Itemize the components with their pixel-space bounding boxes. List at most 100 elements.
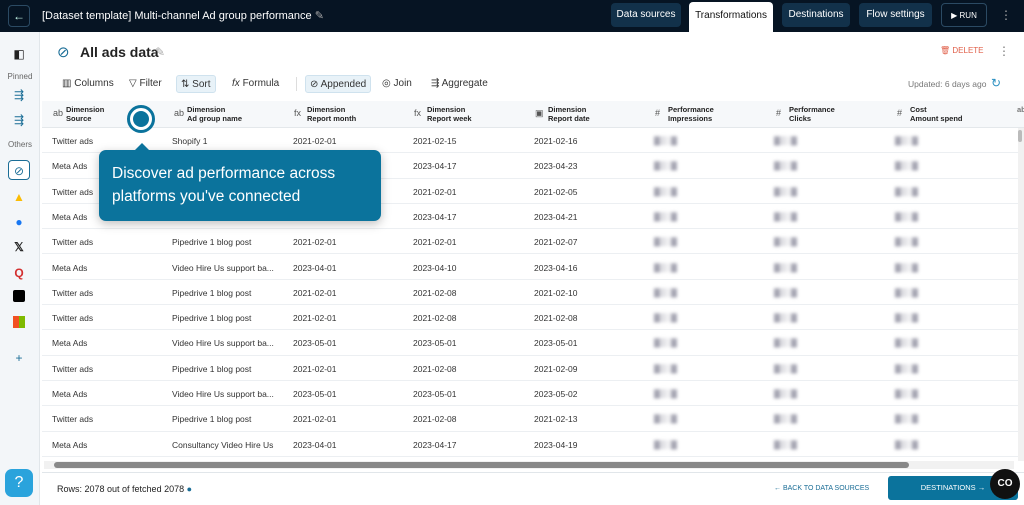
filter-label: Filter [139,78,162,89]
chat-button[interactable]: CO [990,469,1020,499]
table-cell: Twitter ads [52,313,94,324]
updated-text: Updated: 6 days ago [908,79,987,89]
flow-icon[interactable]: ⇶ [8,85,30,105]
table-cell: 2021-02-08 [413,363,457,374]
back-button[interactable]: ← [8,5,30,27]
table-cell: Video Hire Us support ba... [172,389,274,399]
table-cell: 2023-04-19 [534,439,578,450]
column-name: Source [66,114,92,123]
sort-button[interactable]: ⇅ Sort [176,75,216,93]
table-cell: 2023-04-21 [534,211,578,222]
run-button[interactable]: ▶ RUN [941,3,987,27]
redacted-cell: ▓▒░▓ [654,186,677,196]
redacted-cell: ▓▒░▓ [774,237,797,247]
sidebar: ◧ Pinned ⇶ ⇶ Others ⊘ ▲ ● 𝕏 Q + ? [0,32,40,505]
tab-transformations[interactable]: Transformations [689,2,773,32]
table-cell: 2021-02-01 [413,186,457,197]
table-cell: 2023-05-01 [534,338,578,349]
columns-label: Columns [74,78,114,89]
edit-icon[interactable]: ✎ [155,45,165,59]
table-row[interactable]: Twitter ads Pipedrive 1 blog post 2021-02-… [42,305,1018,331]
column-header[interactable]: fx Dimension Report month [294,105,356,123]
tab-flow-settings[interactable]: Flow settings [859,3,932,27]
x-icon[interactable]: 𝕏 [8,237,30,257]
edit-icon[interactable]: ✎ [315,10,324,22]
table-cell: 2021-02-01 [293,363,337,374]
column-header[interactable]: ▣ Dimension Report date [535,105,590,123]
table-row[interactable]: Twitter ads Pipedrive 1 blog post 2021-02-… [42,356,1018,381]
tiktok-icon[interactable] [8,288,30,308]
microsoft-icon[interactable] [8,314,30,334]
redacted-cell: ▓▒░▓ [895,389,918,398]
collapse-sidebar-icon[interactable]: ◧ [8,44,30,64]
redacted-cell: ▓▒░▓ [895,262,918,272]
redacted-cell: ▓▒░▓ [895,414,918,424]
flow-icon[interactable]: ⇶ [8,110,30,130]
appended-button[interactable]: ⊘ Appended [305,75,372,93]
redacted-cell: ▓▒░▓ [654,161,677,171]
table-row[interactable]: Meta Ads Video Hire Us support ba... 2023-… [42,330,1018,356]
onboarding-tooltip: Discover ad performance across platforms… [99,143,381,221]
column-group: Dimension [187,105,226,114]
delete-button[interactable]: 🗑 DELETE [940,46,984,55]
add-icon[interactable]: + [8,348,30,368]
aggregate-button[interactable]: ⇶ Aggregate [427,75,492,93]
table-cell: Shopify 1 [172,136,208,146]
redacted-cell: ▓▒░▓ [654,136,677,145]
table-header: ab Dimension Source ab Dimension Ad group na… [42,101,1024,128]
table-cell: 2023-04-17 [413,211,457,222]
flow-title-text: [Dataset template] Multi-channel Ad grou… [42,10,312,22]
pinned-label: Pinned [7,72,33,81]
redacted-cell: ▓▒░▓ [654,338,677,348]
table-row[interactable]: Twitter ads Pipedrive 1 blog post 2021-02-… [42,280,1018,306]
vertical-scrollbar[interactable] [1018,128,1024,461]
horizontal-scrollbar[interactable] [44,461,1014,469]
join-button[interactable]: ◎ Join [378,75,416,93]
columns-button[interactable]: ▥ Columns [58,75,118,93]
flow-title[interactable]: [Dataset template] Multi-channel Ad grou… [42,9,324,22]
appended-icon[interactable]: ⊘ [8,160,30,180]
column-header[interactable]: # Performance Impressions [655,105,714,123]
filter-button[interactable]: ▽ Filter [125,75,166,93]
back-to-data-sources-link[interactable]: ← BACK TO DATA SOURCES [774,485,869,492]
redacted-cell: ▓▒░▓ [774,414,797,424]
table-cell: 2021-02-07 [534,237,578,248]
column-header[interactable]: # Performance Clicks [776,105,835,123]
column-header[interactable]: ab Dimension Ad group name [174,105,242,123]
redacted-cell: ▓▒░▓ [895,237,918,247]
redacted-cell: ▓▒░▓ [774,389,797,398]
column-name: Clicks [789,114,812,123]
column-header[interactable]: ab Dimension Source [53,105,104,123]
table-cell: Twitter ads [52,363,94,374]
table-row[interactable]: Meta Ads Video Hire Us support ba... 2023-… [42,255,1018,280]
tab-destinations[interactable]: Destinations [782,3,850,27]
table-cell: 2023-04-17 [413,439,457,450]
table-row[interactable]: Twitter ads Pipedrive 1 blog post 2021-02-… [42,229,1018,255]
formula-button[interactable]: fx Formula [228,75,283,93]
redacted-cell: ▓▒░▓ [895,211,918,221]
table-row[interactable]: Meta Ads Consultancy Video Hire Us 2023-04… [42,432,1018,457]
column-header[interactable]: # Cost Amount spend [897,105,963,123]
more-icon[interactable]: ⋮ [998,44,1010,58]
redacted-cell: ▓▒░▓ [895,161,918,171]
tab-data-sources[interactable]: Data sources [611,3,681,27]
table-cell: 2021-02-08 [413,313,457,324]
redacted-cell: ▓▒░▓ [895,136,918,145]
quora-icon[interactable]: Q [8,263,30,283]
table-row[interactable]: Twitter ads Pipedrive 1 blog post 2021-02-… [42,406,1018,432]
google-ads-icon[interactable]: ▲ [8,187,30,207]
appended-label: Appended [320,79,367,90]
table-cell: 2023-05-02 [534,389,578,399]
help-button[interactable]: ? [5,469,33,497]
table-cell: Meta Ads [52,389,88,399]
facebook-icon[interactable]: ● [8,212,30,232]
info-icon[interactable]: ● [187,484,192,494]
table-cell: Pipedrive 1 blog post [172,363,252,374]
table-cell: 2023-05-01 [413,338,457,349]
table-cell: Twitter ads [52,287,94,298]
more-icon[interactable]: ⋮ [1000,8,1012,22]
refresh-icon[interactable]: ↻ [991,76,1001,90]
table-row[interactable]: Meta Ads Video Hire Us support ba... 2023-… [42,381,1018,407]
redacted-cell: ▓▒░▓ [895,338,918,348]
column-header[interactable]: fx Dimension Report week [414,105,472,123]
